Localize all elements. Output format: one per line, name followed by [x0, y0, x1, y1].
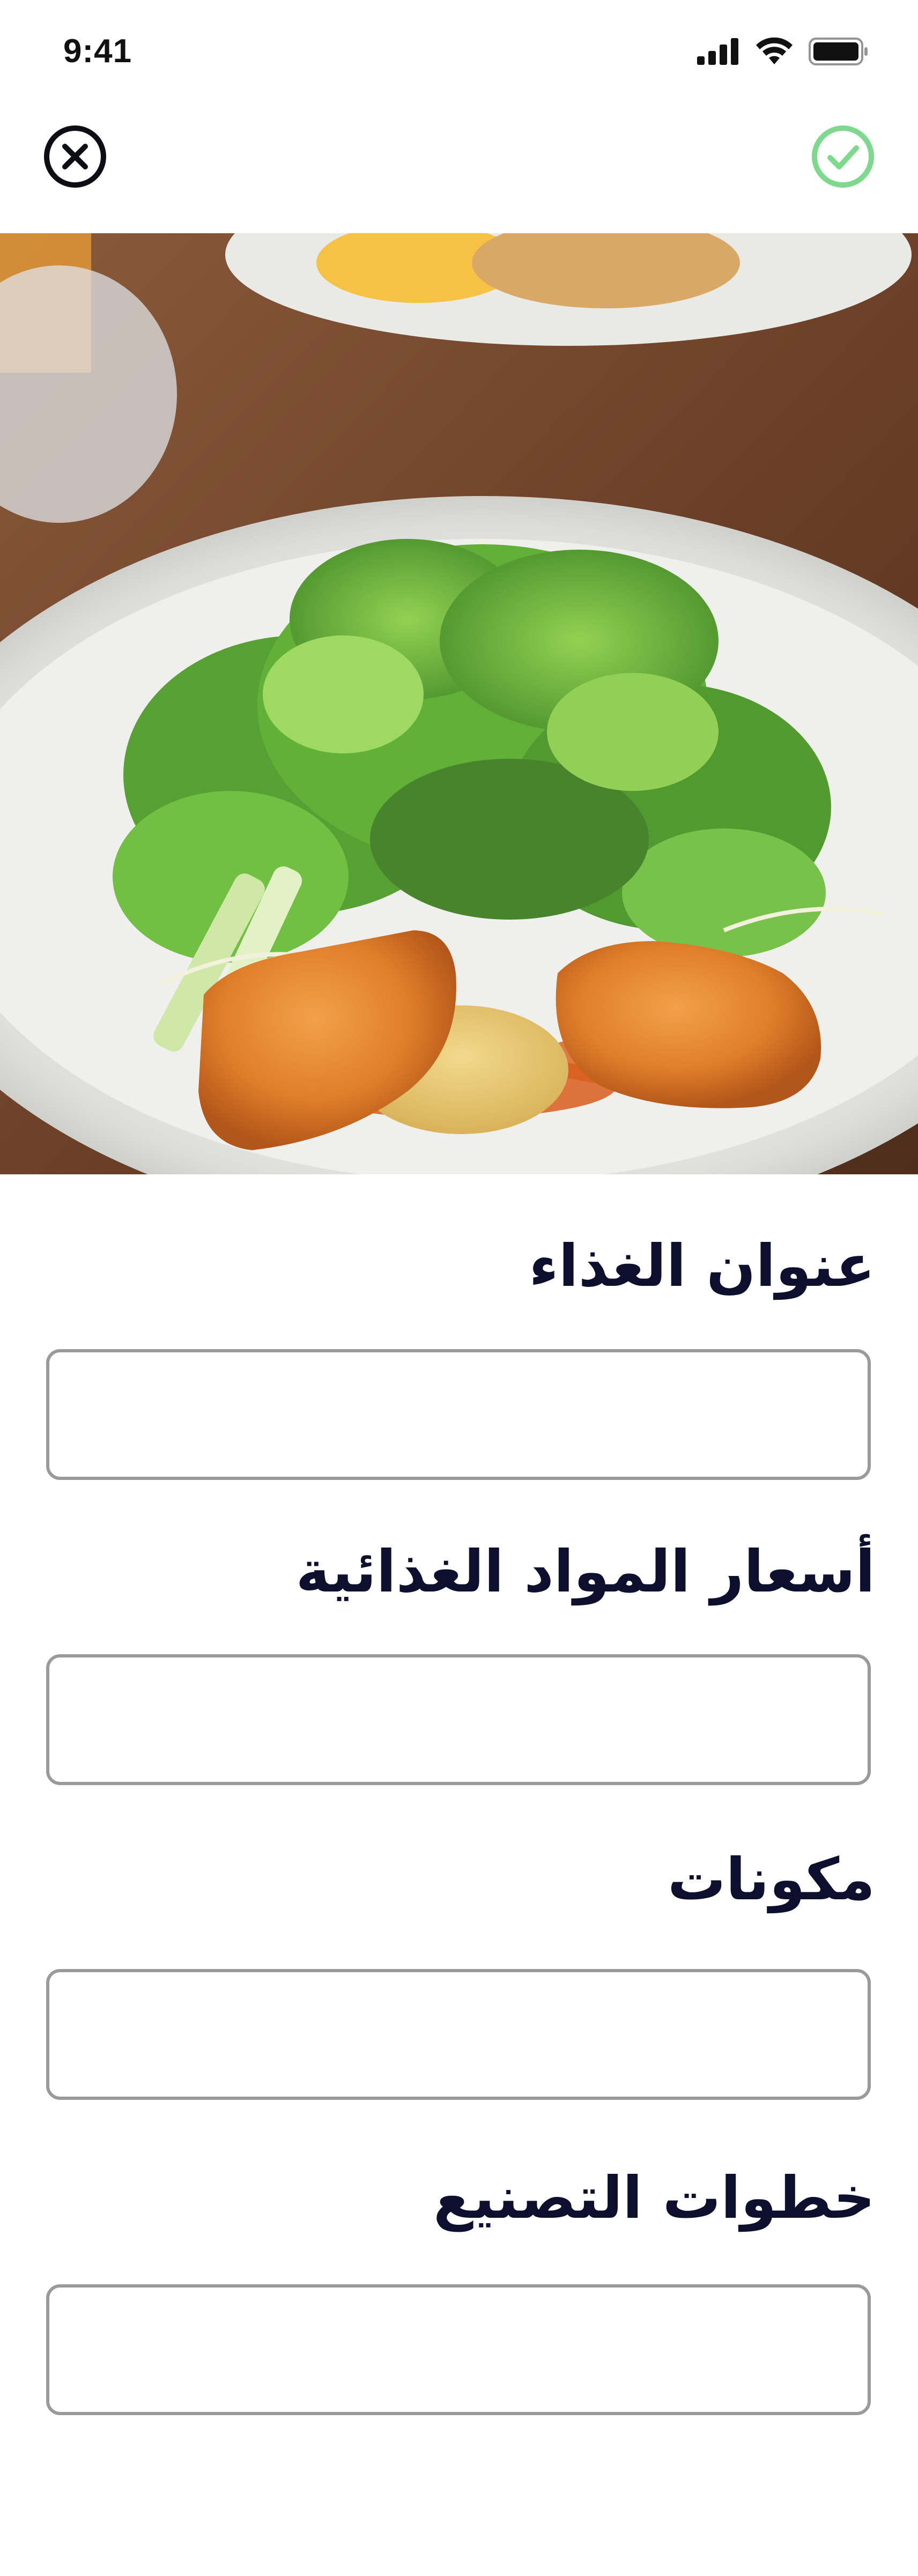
food-prices-input[interactable] — [46, 1654, 871, 1785]
confirm-button[interactable] — [810, 123, 876, 190]
ingredients-label: مكونات — [667, 1846, 875, 1913]
food-prices-label: أسعار المواد الغذائية — [295, 1538, 875, 1605]
food-photo — [0, 233, 918, 1174]
add-recipe-screen: 9:41 عنوان الغذاء أسعار المواد الغذائية … — [0, 0, 918, 2576]
ingredients-input[interactable] — [46, 1969, 871, 2100]
status-time: 9:41 — [63, 33, 132, 70]
check-circle-icon — [812, 125, 874, 188]
preparation-steps-label: خطوات التصنيع — [433, 2165, 875, 2232]
close-circle-icon — [44, 125, 106, 188]
food-title-label: عنوان الغذاء — [529, 1233, 875, 1300]
status-icons — [697, 37, 869, 68]
close-button[interactable] — [42, 123, 108, 190]
battery-icon — [809, 38, 869, 68]
cellular-signal-icon — [697, 38, 740, 67]
wifi-icon — [755, 37, 794, 68]
food-title-input[interactable] — [46, 1349, 871, 1480]
status-bar: 9:41 — [0, 0, 918, 91]
top-nav — [0, 91, 918, 233]
preparation-steps-input[interactable] — [46, 2284, 871, 2415]
